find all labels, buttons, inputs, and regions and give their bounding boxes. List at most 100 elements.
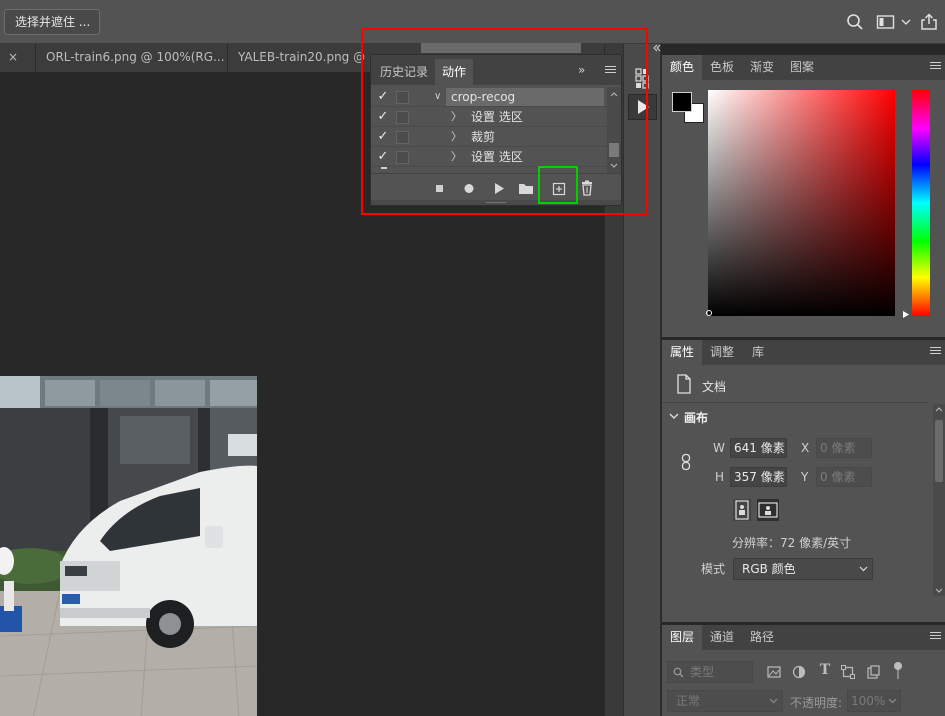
document-label: 文档 xyxy=(702,380,727,394)
layer-filter-select[interactable]: 类型 xyxy=(667,661,753,683)
shape-layer-filter-icon[interactable] xyxy=(840,664,856,680)
action-step-label: 裁剪 xyxy=(471,130,496,144)
link-dimensions-icon[interactable] xyxy=(680,453,692,471)
foreground-color-swatch[interactable] xyxy=(672,92,692,112)
action-step-label: 设置 选区 xyxy=(471,150,523,164)
tab-properties[interactable]: 属性 xyxy=(662,340,702,365)
blend-mode-select[interactable]: 正常 xyxy=(667,690,783,712)
checkmark-icon[interactable]: ✓ xyxy=(375,128,391,146)
search-icon[interactable] xyxy=(846,13,864,31)
panel-menu-icon[interactable] xyxy=(930,62,941,72)
tab-adjustments[interactable]: 调整 xyxy=(702,340,742,365)
checkmark-icon[interactable]: ✓ xyxy=(375,148,391,166)
canvas-y-field[interactable]: 0 像素 xyxy=(816,467,872,487)
stop-icon[interactable] xyxy=(429,179,449,197)
tab-history[interactable]: 历史记录 xyxy=(373,59,435,85)
canvas-width-field[interactable]: 641 像素 xyxy=(730,438,787,458)
scroll-up-icon[interactable] xyxy=(935,406,943,412)
resolution-text: 分辨率：72 像素/英寸 xyxy=(732,536,852,550)
trash-icon[interactable] xyxy=(577,179,597,197)
tab-gradients[interactable]: 渐变 xyxy=(742,55,782,80)
actions-dock-icon[interactable] xyxy=(628,94,657,120)
portrait-orientation-icon[interactable] xyxy=(733,499,751,521)
tab-layers[interactable]: 图层 xyxy=(662,625,702,650)
hue-slider-handle-icon[interactable] xyxy=(902,310,910,319)
expander-icon[interactable]: 〉 xyxy=(451,127,462,147)
tab-orl-train6[interactable]: ORL-train6.png @ 100%(RG...× xyxy=(36,44,228,72)
color-picker-marker[interactable] xyxy=(706,310,712,316)
type-layer-filter-icon[interactable]: T xyxy=(817,662,833,680)
action-set-row[interactable]: ✓ ∨ crop-recog xyxy=(371,87,607,107)
panel-menu-icon[interactable] xyxy=(605,66,616,76)
checkmark-icon[interactable]: ✓ xyxy=(375,88,391,106)
expander-icon[interactable]: 〉 xyxy=(451,107,462,127)
tab-color[interactable]: 颜色 xyxy=(662,55,702,80)
actions-scrollbar[interactable] xyxy=(607,87,621,173)
smart-object-filter-icon[interactable] xyxy=(865,664,881,680)
tab-previous-document[interactable]: × xyxy=(0,44,36,72)
tab-patterns[interactable]: 图案 xyxy=(782,55,822,80)
landscape-orientation-icon[interactable] xyxy=(757,499,779,521)
divider xyxy=(371,173,621,174)
properties-dock-icon[interactable] xyxy=(628,66,657,92)
chevron-down-icon[interactable] xyxy=(888,697,897,705)
close-icon[interactable]: × xyxy=(8,50,18,64)
tab-yaleb-train20[interactable]: YALEB-train20.png @ 100 xyxy=(228,44,368,72)
properties-scrollbar[interactable] xyxy=(933,404,945,596)
scroll-down-icon[interactable] xyxy=(935,588,943,594)
color-field[interactable] xyxy=(708,90,895,316)
opacity-field[interactable]: 100% xyxy=(847,690,901,712)
section-chevron-down-icon[interactable] xyxy=(669,411,679,421)
tab-actions[interactable]: 动作 xyxy=(435,59,473,85)
action-step-row[interactable]: ✓ 〉 设置 选区 xyxy=(371,147,607,167)
y-label: Y xyxy=(801,470,809,484)
hue-slider[interactable] xyxy=(912,90,930,316)
select-and-mask-button[interactable]: 选择并遮住 ... xyxy=(4,9,100,35)
play-icon[interactable] xyxy=(489,179,509,197)
chevron-down-icon[interactable] xyxy=(901,13,911,31)
record-icon[interactable] xyxy=(459,179,479,197)
tab-libraries[interactable]: 库 xyxy=(742,340,774,365)
dialog-toggle-box[interactable] xyxy=(396,131,409,144)
action-step-row[interactable]: ✓ 〉 裁剪 xyxy=(371,127,607,147)
dialog-toggle-box[interactable] xyxy=(396,111,409,124)
properties-panel-tabs: 属性 调整 库 xyxy=(662,340,945,365)
scroll-thumb[interactable] xyxy=(935,420,943,482)
collapse-dock-icon[interactable] xyxy=(653,44,661,52)
tab-label: ORL-train6.png @ 100%(RG... xyxy=(46,50,225,64)
canvas-x-field[interactable]: 0 像素 xyxy=(816,438,872,458)
action-step-row[interactable]: ✓ 〉 设置 选区 xyxy=(371,107,607,127)
scroll-up-icon[interactable] xyxy=(610,91,618,97)
panel-drag-handle[interactable] xyxy=(421,43,581,53)
canvas-height-field[interactable]: 357 像素 xyxy=(730,467,787,487)
filter-toggle-icon[interactable] xyxy=(891,661,905,681)
actions-panel-tabs: 历史记录 动作 » xyxy=(371,55,621,85)
dialog-toggle-box[interactable] xyxy=(396,91,409,104)
panel-menu-icon[interactable] xyxy=(930,632,941,642)
share-icon[interactable] xyxy=(920,13,938,31)
tab-swatches[interactable]: 色板 xyxy=(702,55,742,80)
workspace-icon[interactable] xyxy=(876,13,896,31)
panel-menu-icon[interactable] xyxy=(930,347,941,357)
layer-filter-value: 类型 xyxy=(690,665,715,679)
tab-paths[interactable]: 路径 xyxy=(742,625,782,650)
x-label: X xyxy=(801,441,810,455)
document-image xyxy=(0,376,257,716)
expander-icon[interactable]: 〉 xyxy=(451,147,462,167)
pixel-layer-filter-icon[interactable] xyxy=(766,664,782,680)
new-action-icon[interactable] xyxy=(549,179,569,197)
search-icon xyxy=(673,667,684,678)
collapse-panel-icon[interactable]: » xyxy=(578,63,585,77)
checkmark-icon[interactable]: ✓ xyxy=(375,108,391,126)
tab-channels[interactable]: 通道 xyxy=(702,625,742,650)
resize-grip[interactable] xyxy=(371,200,621,205)
color-panel-tabs: 颜色 色板 渐变 图案 xyxy=(662,55,945,80)
adjustment-layer-filter-icon[interactable] xyxy=(791,664,807,680)
scroll-down-icon[interactable] xyxy=(610,163,618,169)
dialog-toggle-box[interactable] xyxy=(396,151,409,164)
new-set-folder-icon[interactable] xyxy=(516,179,536,197)
height-label: H xyxy=(715,470,725,484)
color-mode-select[interactable]: RGB 颜色 xyxy=(733,558,873,580)
expander-icon[interactable]: ∨ xyxy=(434,87,441,107)
scroll-thumb[interactable] xyxy=(609,143,619,157)
